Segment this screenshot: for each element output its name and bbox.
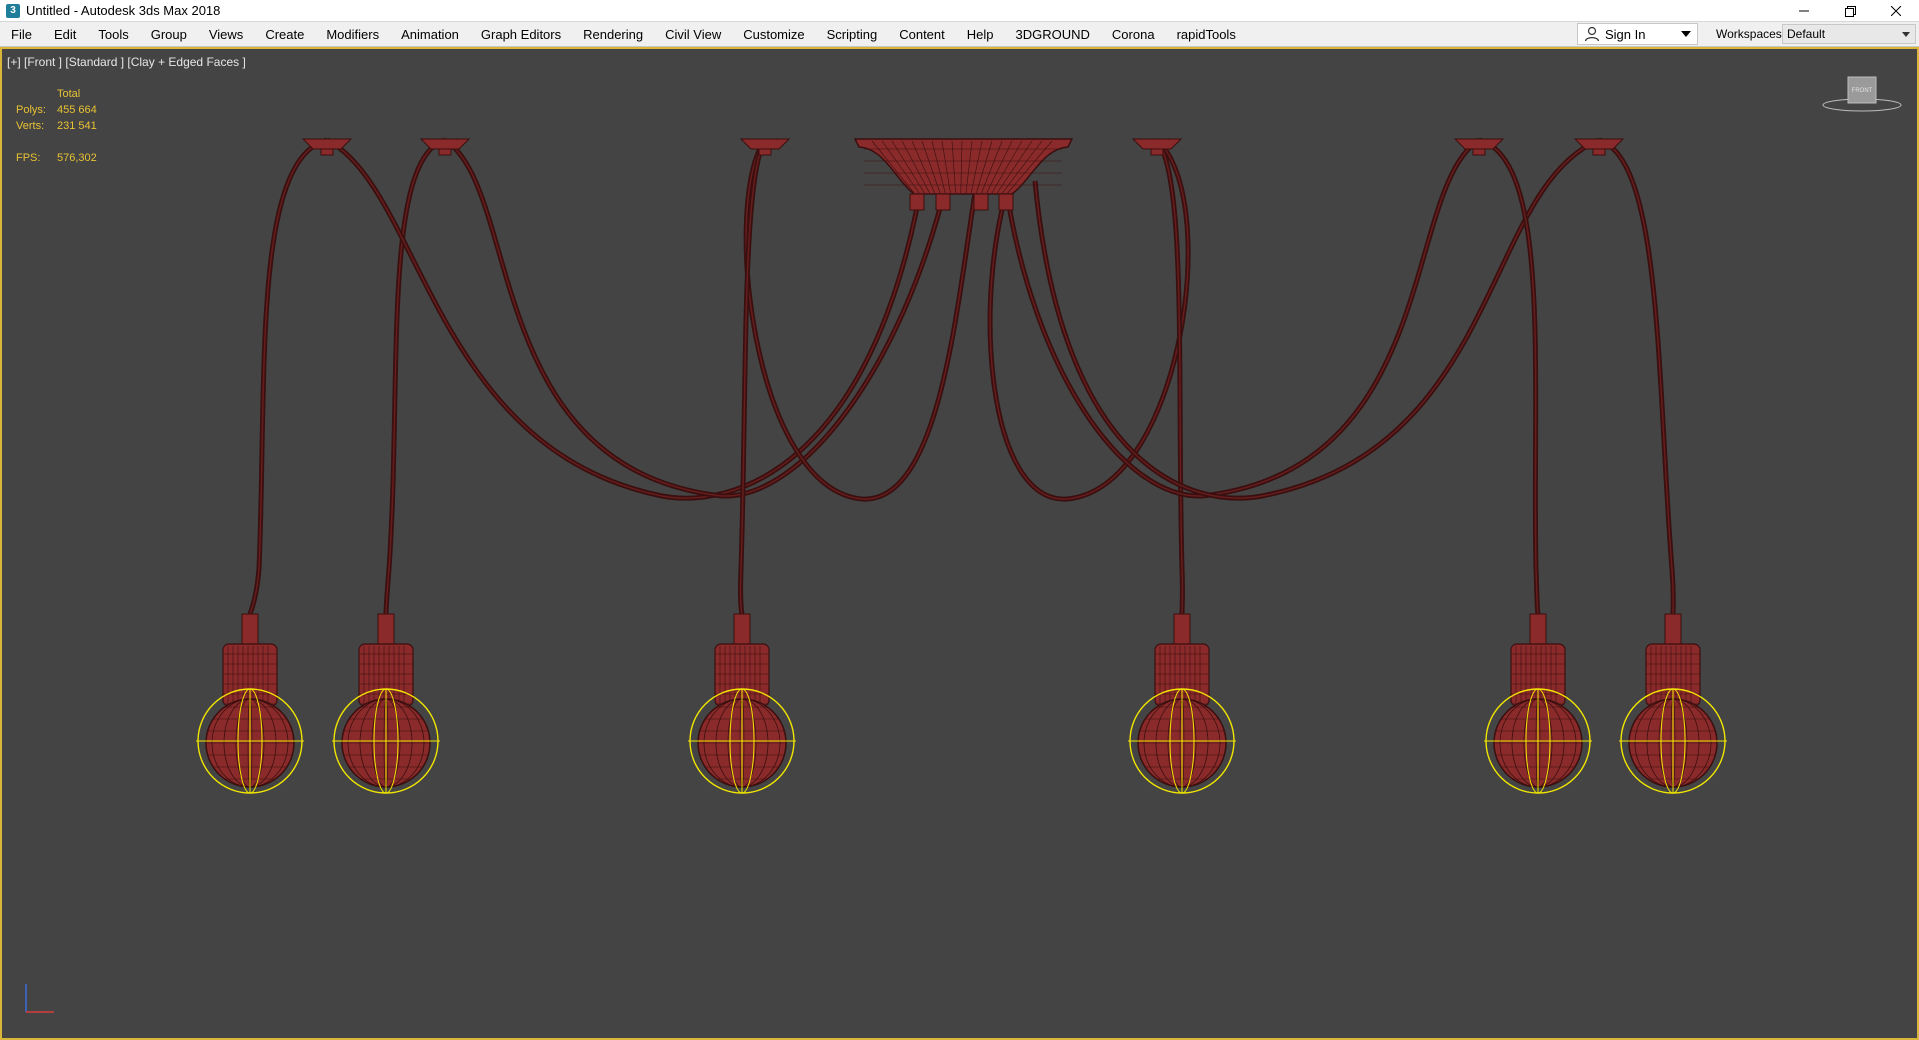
ceiling-hook-2 [419, 138, 471, 150]
cord-highlight-2 [385, 139, 446, 615]
sign-in-button[interactable]: Sign In [1577, 23, 1698, 45]
menu-graph-editors[interactable]: Graph Editors [470, 22, 572, 47]
ceiling-canopy [301, 138, 1625, 211]
menu-civil-view[interactable]: Civil View [654, 22, 732, 47]
cord-4 [443, 137, 950, 499]
viewport-front[interactable]: [+] [Front ] [Standard ] [Clay + Edged F… [0, 47, 1919, 1040]
canopy-socket-2 [935, 193, 951, 211]
hook-stem-4 [1150, 148, 1164, 156]
menu-3dground[interactable]: 3DGROUND [1005, 22, 1101, 47]
menu-edit[interactable]: Edit [43, 22, 87, 47]
viewcube-face-label: FRONT [1852, 88, 1873, 94]
polys-value: 455 664 [57, 104, 97, 116]
window-title: Untitled - Autodesk 3ds Max 2018 [26, 3, 221, 18]
hook-stem-6 [1592, 148, 1606, 156]
hook-stem-2 [438, 148, 452, 156]
workspaces-dropdown[interactable]: Default [1782, 24, 1916, 44]
viewport-label[interactable]: [+] [Front ] [Standard ] [Clay + Edged F… [7, 55, 246, 69]
bulb-collar [241, 613, 259, 645]
hook-stem-3 [758, 148, 772, 156]
menu-views[interactable]: Views [198, 22, 254, 47]
menu-group[interactable]: Group [140, 22, 198, 47]
canopy-socket-3 [973, 193, 989, 211]
scene-canvas[interactable] [2, 49, 1917, 1038]
bulb-collar [377, 613, 395, 645]
bulb-lamp-4 [1128, 613, 1236, 794]
polys-label: Polys: [16, 104, 46, 116]
canopy-dome [853, 138, 1074, 195]
window-controls [1781, 0, 1919, 22]
verts-label: Verts: [16, 120, 45, 132]
cord-highlight-7 [989, 139, 1189, 500]
cord-12 [1598, 137, 1676, 615]
menu-bar: File Edit Tools Group Views Create Modif… [0, 22, 1919, 47]
menu-file[interactable]: File [0, 22, 43, 47]
lamp-bulbs [196, 613, 1727, 794]
menu-rapidtools[interactable]: rapidTools [1166, 22, 1247, 47]
menu-help[interactable]: Help [956, 22, 1005, 47]
menu-create[interactable]: Create [254, 22, 315, 47]
menu-tools[interactable]: Tools [87, 22, 139, 47]
canopy-socket-1 [909, 193, 925, 211]
bulb-lamp-5 [1484, 613, 1592, 794]
menu-scripting[interactable]: Scripting [816, 22, 889, 47]
workspaces-value: Default [1787, 27, 1826, 41]
workspaces-label: Workspaces: [1716, 27, 1786, 41]
menu-rendering[interactable]: Rendering [572, 22, 654, 47]
user-icon [1584, 26, 1600, 42]
cord-highlight-10 [1034, 139, 1600, 499]
minimize-icon[interactable] [1781, 0, 1827, 22]
hook-stem-1 [320, 148, 334, 156]
canopy-socket-4 [998, 193, 1014, 211]
verts-value: 231 541 [57, 120, 97, 132]
bulb-collar [1173, 613, 1191, 645]
hook-stem-5 [1472, 148, 1486, 156]
cord-7 [987, 138, 1191, 502]
cord-3 [325, 137, 925, 501]
ceiling-hook-3 [739, 138, 791, 150]
bulb-lamp-2 [332, 613, 440, 794]
chevron-down-icon[interactable] [1681, 31, 1691, 37]
menu-corona[interactable]: Corona [1101, 22, 1166, 47]
bulb-collar [1529, 613, 1547, 645]
close-icon[interactable] [1873, 0, 1919, 22]
bulb-collar [1664, 613, 1682, 645]
lamp-cords [247, 137, 1676, 615]
menu-modifiers[interactable]: Modifiers [315, 22, 390, 47]
3dsmax-icon[interactable]: 3 [6, 3, 20, 18]
bulb-lamp-1 [196, 613, 304, 794]
statistics-overlay: Total Polys: 455 664 Verts: 231 541 FPS: 57… [16, 86, 97, 166]
sign-in-label: Sign In [1605, 26, 1646, 42]
cord-10 [1032, 137, 1600, 501]
menu-customize[interactable]: Customize [732, 22, 815, 47]
cord-9 [1002, 137, 1481, 499]
restore-icon[interactable] [1827, 0, 1873, 22]
menu-content[interactable]: Content [888, 22, 956, 47]
bulb-collar [733, 613, 751, 645]
stats-header: Total [57, 88, 81, 100]
ceiling-hook-4 [1131, 138, 1183, 150]
fps-value: 576,302 [57, 152, 97, 164]
bulb-lamp-6 [1619, 613, 1727, 794]
menu-animation[interactable]: Animation [390, 22, 470, 47]
axis-tripod-icon [25, 984, 54, 1013]
title-bar: 3 Untitled - Autodesk 3ds Max 2018 [0, 0, 1919, 22]
fps-label: FPS: [16, 152, 41, 164]
cord-highlight-3 [326, 139, 923, 499]
cord-1 [247, 137, 328, 615]
cord-highlight-9 [1004, 139, 1480, 497]
bulb-lamp-3 [688, 613, 796, 794]
viewcube-icon[interactable]: FRONT [1821, 75, 1903, 115]
chevron-down-icon [1902, 32, 1910, 37]
